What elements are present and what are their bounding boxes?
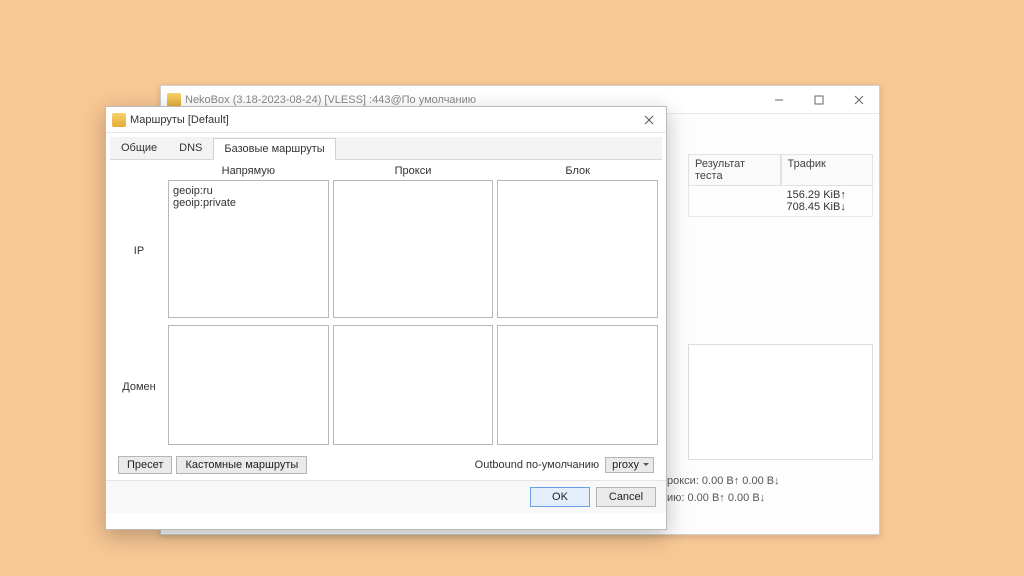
status-bar-text: рокси: 0.00 B↑ 0.00 B↓ ию: 0.00 B↑ 0.00 … — [667, 473, 780, 506]
outbound-default-label: Outbound по-умолчанию — [475, 459, 599, 471]
custom-routes-button[interactable]: Кастомные маршруты — [176, 456, 307, 474]
bottom-controls: Пресет Кастомные маршруты Outbound по-ум… — [112, 452, 660, 480]
dialog-title: Маршруты [Default] — [130, 114, 640, 126]
cancel-button[interactable]: Cancel — [596, 487, 656, 507]
routes-content: Напрямую Прокси Блок IP Домен Пресет Кас… — [106, 160, 666, 480]
col-test-result[interactable]: Результат теста — [688, 154, 781, 186]
domain-direct-textarea[interactable] — [168, 325, 329, 445]
routes-dialog: Маршруты [Default] Общие DNS Базовые мар… — [105, 106, 667, 530]
status-proxy-line: рокси: 0.00 B↑ 0.00 B↓ — [667, 475, 780, 487]
log-textarea[interactable] — [688, 344, 873, 460]
app-icon — [167, 93, 181, 107]
tab-bar: Общие DNS Базовые маршруты — [110, 137, 662, 160]
col-proxy-header: Прокси — [331, 162, 496, 180]
ip-row-label: IP — [112, 180, 166, 321]
ip-row: IP — [112, 180, 660, 321]
close-icon[interactable] — [640, 111, 658, 129]
preset-button[interactable]: Пресет — [118, 456, 172, 474]
column-headers: Напрямую Прокси Блок — [166, 162, 660, 180]
domain-row: Домен — [112, 325, 660, 448]
cell-test-result — [689, 186, 781, 216]
col-traffic[interactable]: Трафик — [781, 154, 874, 186]
dialog-button-bar: OK Cancel — [106, 480, 666, 513]
domain-block-textarea[interactable] — [497, 325, 658, 445]
ip-block-textarea[interactable] — [497, 180, 658, 318]
tab-dns[interactable]: DNS — [168, 137, 213, 159]
tab-general[interactable]: Общие — [110, 137, 168, 159]
tab-base-routes[interactable]: Базовые маршруты — [213, 138, 335, 160]
domain-proxy-textarea[interactable] — [333, 325, 494, 445]
close-button[interactable] — [839, 86, 879, 113]
dialog-titlebar: Маршруты [Default] — [106, 107, 666, 133]
main-window-title: NekoBox (3.18-2023-08-24) [VLESS] :443@П… — [185, 94, 759, 106]
minimize-button[interactable] — [759, 86, 799, 113]
table-row[interactable]: 156.29 KiB↑ 708.45 KiB↓ — [688, 186, 873, 217]
ok-button[interactable]: OK — [530, 487, 590, 507]
col-direct-header: Напрямую — [166, 162, 331, 180]
results-table: Результат теста Трафик 156.29 KiB↑ 708.4… — [688, 154, 873, 217]
col-block-header: Блок — [495, 162, 660, 180]
outbound-default-select[interactable]: proxy — [605, 457, 654, 473]
window-control-buttons — [759, 86, 879, 113]
cell-traffic: 156.29 KiB↑ 708.45 KiB↓ — [781, 186, 873, 216]
maximize-button[interactable] — [799, 86, 839, 113]
status-default-line: ию: 0.00 B↑ 0.00 B↓ — [667, 492, 765, 504]
ip-direct-textarea[interactable] — [168, 180, 329, 318]
app-icon — [112, 113, 126, 127]
domain-row-label: Домен — [112, 325, 166, 448]
ip-proxy-textarea[interactable] — [333, 180, 494, 318]
